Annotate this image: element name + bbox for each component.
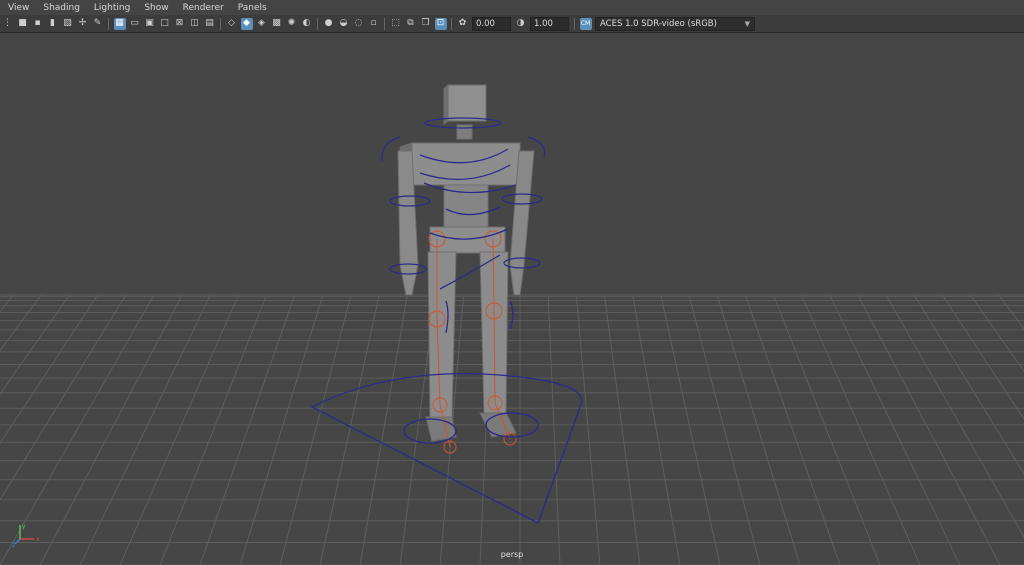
menu-lighting[interactable]: Lighting (86, 3, 136, 13)
grease-pencil-icon[interactable]: ✎ (92, 18, 104, 30)
maya-viewport-panel: View Shading Lighting Show Renderer Pane… (0, 0, 1024, 565)
axis-x-label: x (36, 536, 40, 543)
smooth-shade-icon[interactable]: ◆ (240, 17, 253, 30)
grid-line (79, 294, 211, 565)
grid-line (239, 294, 324, 565)
axis-y-label: y (22, 523, 26, 530)
grid-line (688, 294, 761, 565)
grid-line (941, 294, 1024, 420)
menu-shading[interactable]: Shading (35, 3, 86, 13)
menu-show[interactable]: Show (136, 3, 174, 13)
image-plane-icon[interactable]: ▧ (62, 18, 74, 30)
shadows-icon[interactable]: ◐ (301, 18, 313, 30)
gamma-icon[interactable]: ◑ (515, 18, 527, 30)
toolbar-handle-icon: ⋮ (3, 18, 12, 28)
color-management-view-value: ACES 1.0 SDR-video (sRGB) (600, 18, 717, 29)
color-management-icon[interactable]: CM (579, 17, 592, 30)
grid-line (857, 294, 1001, 565)
exposure-field[interactable]: 0.00 (472, 16, 511, 31)
field-chart-icon[interactable]: ⊠ (174, 18, 186, 30)
scene-canvas[interactable] (0, 33, 1024, 565)
toolbar-separator (317, 17, 318, 30)
xray-active-components-icon[interactable]: ❐ (420, 18, 432, 30)
menu-panels[interactable]: Panels (230, 3, 273, 13)
screen-space-ao-icon[interactable]: ● (323, 18, 335, 30)
grid-line (199, 294, 296, 565)
grid-line (716, 294, 801, 565)
isolate-select-icon[interactable]: ⬚ (390, 18, 402, 30)
wireframe-on-shaded-icon[interactable]: ◈ (256, 18, 268, 30)
wireframe-icon[interactable]: ◇ (226, 18, 238, 30)
grid-line (159, 294, 268, 565)
film-gate-icon[interactable]: ▭ (129, 18, 141, 30)
grid-line (801, 294, 921, 565)
color-management-view-select[interactable]: ACES 1.0 SDR-video (sRGB) ▼ (595, 16, 755, 31)
camera-name-label: persp (500, 550, 524, 559)
motion-blur-icon[interactable]: ◒ (338, 18, 350, 30)
xray-joints-icon[interactable]: ⊡ (434, 17, 447, 30)
toolbar-separator (574, 17, 575, 30)
gamma-field[interactable]: 1.00 (530, 16, 569, 31)
grid-line (39, 294, 183, 565)
toolbar-separator (108, 17, 109, 30)
grid-line (885, 294, 1024, 538)
grid-line (359, 294, 408, 565)
grid-line (319, 294, 380, 565)
menu-renderer[interactable]: Renderer (175, 3, 230, 13)
toolbar-separator (384, 17, 385, 30)
grid-line (603, 294, 641, 565)
toolbar-separator (220, 17, 221, 30)
textured-icon[interactable]: ▩ (271, 18, 283, 30)
grid-line (279, 294, 352, 565)
grid-line (632, 294, 681, 565)
grid-line (772, 294, 881, 565)
chevron-down-icon: ▼ (744, 19, 750, 28)
grid-line (744, 294, 841, 565)
panel-menu-bar: View Shading Lighting Show Renderer Pane… (0, 0, 1024, 15)
camera-attributes-icon[interactable]: ▪ (32, 18, 44, 30)
depth-of-field-icon[interactable]: ▫ (368, 18, 380, 30)
character-mesh[interactable] (397, 83, 535, 442)
bookmark-icon[interactable]: ▮ (47, 18, 59, 30)
exposure-icon[interactable]: ✿ (457, 18, 469, 30)
grid-toggle-icon[interactable]: ▦ (113, 17, 126, 30)
grid-line (119, 294, 239, 565)
grid-line (660, 294, 721, 565)
xray-icon[interactable]: ⧉ (405, 18, 417, 30)
select-camera-icon[interactable]: ■ (17, 18, 29, 30)
safe-title-icon[interactable]: ▤ (204, 18, 216, 30)
view-axis-indicator: y x z (12, 523, 40, 547)
anti-aliasing-icon[interactable]: ◌ (353, 18, 365, 30)
grid-line (998, 294, 1024, 330)
gate-mask-icon[interactable]: □ (159, 18, 171, 30)
panel-toolbar: ⋮ ■ ▪ ▮ ▧ ✢ ✎ ▦ ▭ ▣ □ ⊠ ◫ ▤ ◇ ◆ ◈ ▩ ✺ ◐ … (0, 15, 1024, 33)
2d-pan-zoom-icon[interactable]: ✢ (77, 18, 89, 30)
grid-line (829, 294, 961, 565)
3d-viewport[interactable]: y x z persp (0, 33, 1024, 565)
use-all-lights-icon[interactable]: ✺ (286, 18, 298, 30)
safe-action-icon[interactable]: ◫ (189, 18, 201, 30)
axis-z-label: z (12, 542, 15, 547)
grid-line (547, 294, 561, 565)
resolution-gate-icon[interactable]: ▣ (144, 18, 156, 30)
toolbar-separator (451, 17, 452, 30)
menu-view[interactable]: View (0, 3, 35, 13)
grid-line (575, 294, 601, 565)
